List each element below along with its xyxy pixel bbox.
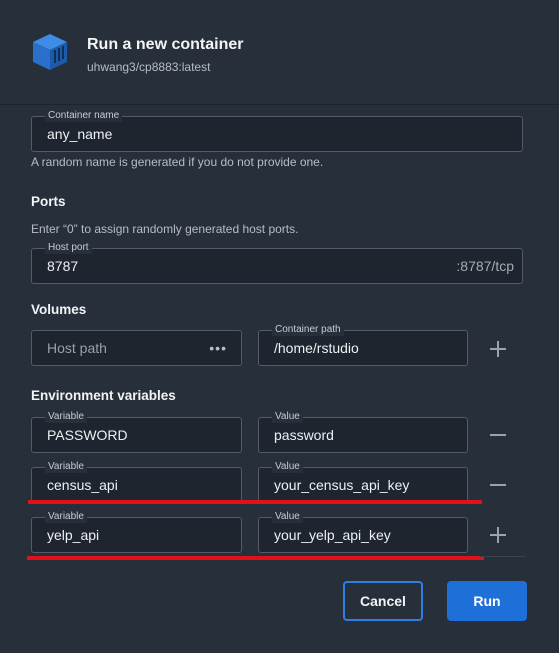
remove-env-button[interactable] (486, 423, 510, 447)
minus-icon (490, 484, 506, 486)
variable-value: yelp_api (47, 527, 100, 543)
env-value-field[interactable]: Value your_yelp_api_key (258, 511, 468, 553)
host-path-field[interactable]: Host path ••• (31, 330, 242, 366)
env-value-field[interactable]: Value password (258, 411, 468, 453)
host-port-field[interactable]: Host port 8787 :8787/tcp (31, 242, 523, 284)
container-path-value: /home/rstudio (274, 340, 359, 356)
run-button[interactable]: Run (447, 581, 527, 621)
env-heading: Environment variables (31, 388, 176, 403)
env-variable-field[interactable]: Variable census_api (31, 461, 242, 503)
ports-heading: Ports (31, 194, 66, 209)
minus-icon (490, 434, 506, 436)
container-name-field[interactable]: Container name any_name (31, 110, 523, 152)
env-value-field[interactable]: Value your_census_api_key (258, 461, 468, 503)
container-port-suffix: :8787/tcp (456, 258, 514, 274)
container-name-value: any_name (47, 126, 113, 142)
env-variable-field[interactable]: Variable PASSWORD (31, 411, 242, 453)
header-divider (0, 104, 559, 105)
dialog-title: Run a new container (87, 36, 244, 53)
value-value: your_census_api_key (274, 477, 410, 493)
variable-value: census_api (47, 477, 118, 493)
container-name-helper: A random name is generated if you do not… (31, 155, 324, 169)
header-text: Run a new container uhwang3/cp8883:lates… (87, 32, 243, 74)
host-port-value: 8787 (47, 258, 79, 274)
env-variable-field[interactable]: Variable yelp_api (31, 511, 242, 553)
red-underline-annotation (28, 500, 482, 504)
dialog-header: Run a new container uhwang3/cp8883:lates… (30, 32, 243, 74)
row-divider (480, 556, 525, 557)
add-volume-button[interactable] (486, 337, 510, 361)
plus-icon (490, 341, 506, 357)
red-underline-annotation (27, 556, 484, 560)
host-path-placeholder: Host path (47, 340, 107, 356)
volumes-heading: Volumes (31, 302, 87, 317)
container-path-field[interactable]: Container path /home/rstudio (258, 324, 468, 366)
image-name: uhwang3/cp8883:latest (87, 60, 211, 74)
container-cube-icon (33, 34, 67, 70)
value-value: password (274, 427, 334, 443)
remove-env-button[interactable] (486, 473, 510, 497)
value-value: your_yelp_api_key (274, 527, 391, 543)
cancel-button[interactable]: Cancel (343, 581, 423, 621)
plus-icon (490, 527, 506, 543)
add-env-button[interactable] (486, 523, 510, 547)
browse-dots-icon[interactable]: ••• (209, 331, 227, 365)
variable-value: PASSWORD (47, 427, 128, 443)
run-container-dialog: Run a new container uhwang3/cp8883:lates… (0, 0, 559, 653)
ports-helper: Enter “0” to assign randomly generated h… (31, 222, 299, 236)
